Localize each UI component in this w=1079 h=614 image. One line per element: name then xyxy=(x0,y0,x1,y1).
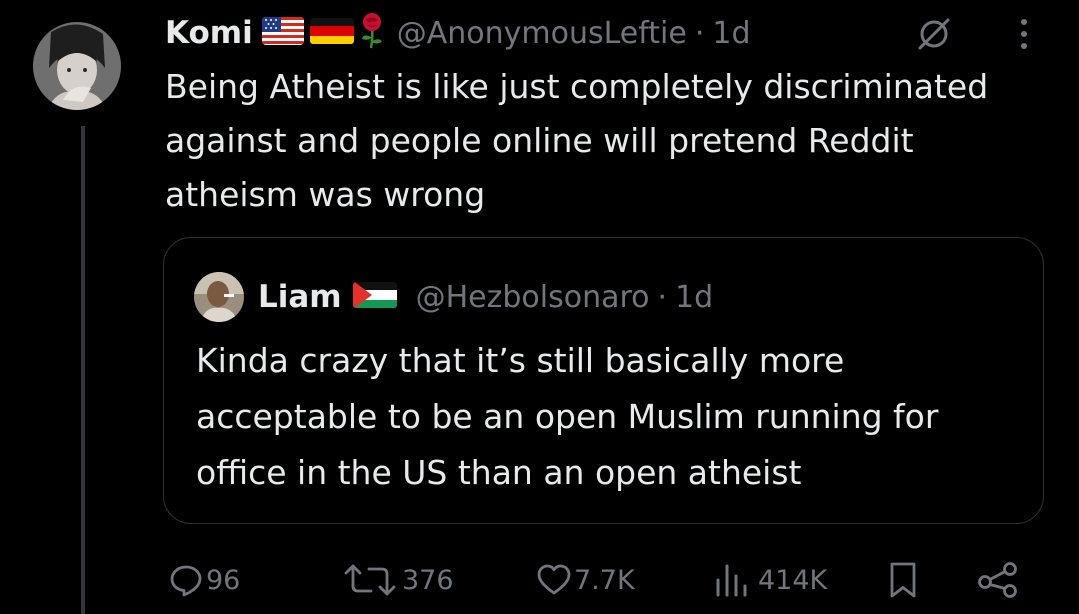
author-display-name[interactable]: Komi xyxy=(165,15,253,51)
palestine-flag-icon xyxy=(352,280,398,314)
tweet-header: Komi @AnonymousLeftie · 1d xyxy=(165,10,751,56)
quote-tweet-text: Kinda crazy that it’s still basically mo… xyxy=(196,341,939,492)
quote-timestamp[interactable]: 1d xyxy=(675,280,713,315)
retweet-button[interactable]: 376 xyxy=(340,556,454,604)
separator-dot: · xyxy=(694,15,705,51)
circle-slash-icon xyxy=(912,12,956,60)
more-icon[interactable] xyxy=(1016,16,1032,60)
quote-author-handle[interactable]: @Hezbolsonaro xyxy=(416,280,650,315)
like-count: 7.7K xyxy=(574,564,635,596)
share-icon xyxy=(976,560,1022,600)
quote-header: Liam @Hezbolsonaro · 1d xyxy=(194,272,713,322)
views-count: 414K xyxy=(758,564,828,596)
retweet-icon xyxy=(340,562,400,598)
views-button[interactable]: 414K xyxy=(712,556,827,604)
timestamp[interactable]: 1d xyxy=(712,16,750,51)
author-handle[interactable]: @AnonymousLeftie xyxy=(397,16,687,51)
like-icon xyxy=(536,562,572,598)
tweet-text: Being Atheist is like just completely di… xyxy=(165,67,989,214)
avatar[interactable] xyxy=(33,22,121,110)
quote-author-display-name[interactable]: Liam xyxy=(258,279,342,315)
bookmark-button[interactable] xyxy=(885,556,921,604)
reply-icon xyxy=(168,562,204,598)
reply-count: 96 xyxy=(206,564,241,596)
thread-line xyxy=(81,126,85,614)
tweet[interactable]: Komi @AnonymousLeftie · 1d Being Atheist… xyxy=(0,0,1079,614)
quote-separator-dot: · xyxy=(657,279,668,315)
quote-avatar xyxy=(194,272,244,322)
quote-tweet-card[interactable]: Liam @Hezbolsonaro · 1d Kinda crazy that… xyxy=(163,237,1044,524)
like-button[interactable]: 7.7K xyxy=(536,556,635,604)
reply-button[interactable]: 96 xyxy=(168,556,240,604)
germany-flag-icon xyxy=(309,16,355,50)
rose-icon xyxy=(359,13,385,53)
bookmark-icon xyxy=(885,560,921,600)
share-button[interactable] xyxy=(976,556,1022,604)
usa-flag-icon xyxy=(261,16,305,50)
views-icon xyxy=(712,562,756,598)
retweet-count: 376 xyxy=(402,564,454,596)
